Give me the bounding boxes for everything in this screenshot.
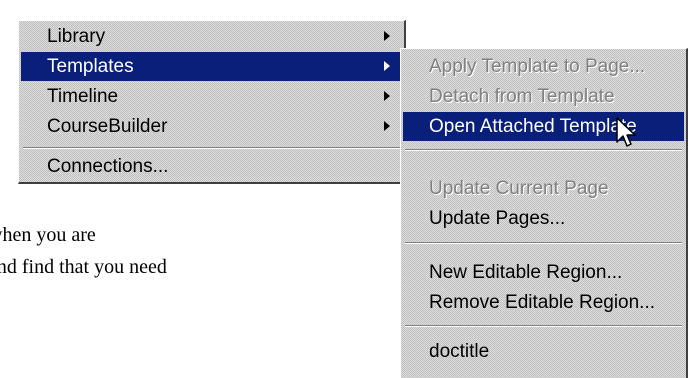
menu-item-templates[interactable]: Templates — [21, 52, 402, 81]
submenu-arrow-icon — [384, 91, 390, 101]
submenu-arrow-icon — [384, 31, 390, 41]
menu-item-label: Update Pages... — [429, 208, 566, 229]
menu-item-label: Apply Template to Page... — [429, 56, 646, 77]
menu-item-label: Templates — [47, 56, 134, 77]
menu-item-coursebuilder[interactable]: CourseBuilder — [19, 112, 404, 141]
submenu-arrow-icon — [384, 121, 390, 131]
menu-item-detach-template[interactable]: Detach from Template — [401, 82, 686, 111]
menu-item-update-pages[interactable]: Update Pages... — [401, 204, 686, 233]
menu-separator — [405, 325, 682, 327]
menu-separator — [23, 147, 400, 149]
menu-item-open-attached-template[interactable]: Open Attached Template — [403, 112, 684, 141]
document-text-line-1: when you are — [0, 224, 96, 246]
menu-item-label: doctitle — [429, 341, 490, 362]
main-menu: Library Templates Timeline CourseBuilder… — [18, 20, 406, 184]
menu-item-label: Timeline — [47, 86, 119, 107]
menu-item-new-editable-region[interactable]: New Editable Region... — [401, 258, 686, 287]
menu-item-label: Open Attached Template — [429, 116, 637, 137]
menu-item-doctitle[interactable]: doctitle — [401, 337, 686, 366]
submenu-arrow-icon — [384, 61, 390, 71]
menu-item-label: Connections... — [47, 156, 169, 177]
menu-item-label: Library — [47, 26, 106, 47]
menu-item-update-current-page[interactable]: Update Current Page — [401, 174, 686, 203]
templates-submenu: Apply Template to Page... Detach from Te… — [400, 48, 688, 378]
menu-item-library[interactable]: Library — [19, 22, 404, 51]
menu-item-connections[interactable]: Connections... — [19, 152, 404, 181]
menu-item-remove-editable-region[interactable]: Remove Editable Region... — [401, 288, 686, 317]
menu-item-label: CourseBuilder — [47, 116, 168, 137]
mouse-cursor-icon — [616, 117, 636, 147]
menu-separator — [405, 242, 682, 244]
menu-item-label: Update Current Page — [429, 178, 609, 199]
menu-item-apply-template[interactable]: Apply Template to Page... — [401, 52, 686, 81]
menu-item-label: New Editable Region... — [429, 262, 623, 283]
menu-separator — [405, 149, 682, 151]
menu-item-timeline[interactable]: Timeline — [19, 82, 404, 111]
document-text-line-2: and find that you need — [0, 256, 167, 278]
menu-item-label: Detach from Template — [429, 86, 615, 107]
menu-item-label: Remove Editable Region... — [429, 292, 656, 313]
